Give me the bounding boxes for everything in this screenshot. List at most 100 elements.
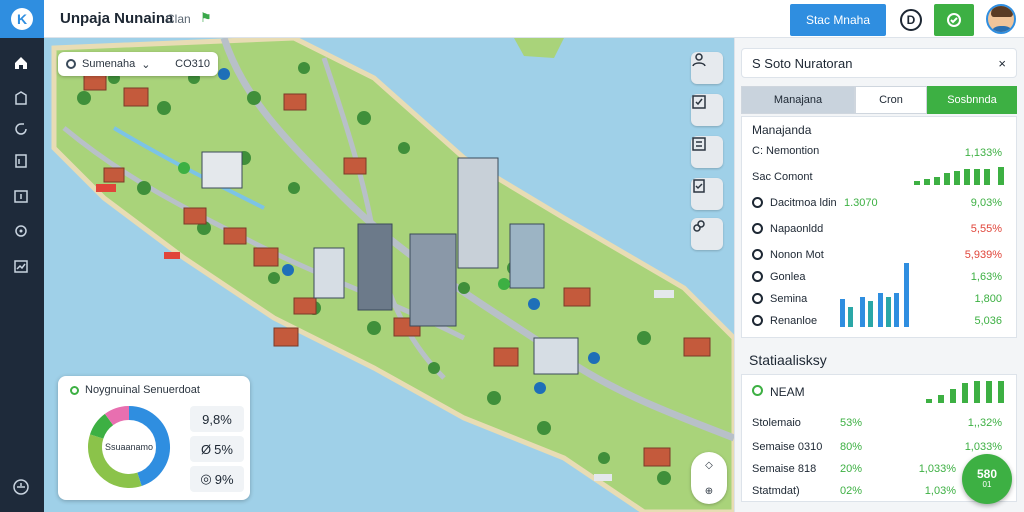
clipboard-tool[interactable]	[691, 178, 723, 210]
document-icon[interactable]	[10, 150, 32, 172]
row-3-label: Nonon Mot	[770, 249, 824, 261]
link-icon	[693, 220, 705, 232]
building-icon[interactable]	[10, 87, 32, 109]
tab-cron[interactable]: Cron	[855, 86, 927, 114]
app-subtitle: Clan	[166, 12, 191, 26]
refresh-icon[interactable]	[10, 118, 32, 140]
map-compass[interactable]: ◇ ⊕	[691, 452, 727, 504]
logo-mark: K	[11, 8, 33, 30]
chart-icon[interactable]	[10, 255, 32, 277]
donut-value-1: 9,8%	[190, 406, 244, 432]
mini-bars-green	[914, 167, 1004, 185]
person-tool[interactable]	[691, 52, 723, 84]
row-4-value: 1,63%	[970, 271, 1002, 283]
check-tool[interactable]	[691, 94, 723, 126]
panel-tabs: Manajana Cron Sosbnnda	[741, 86, 1017, 114]
avatar[interactable]	[986, 4, 1016, 34]
map-view[interactable]: Sumenaha ⌄ CO310 ◇ ⊕ Noygnuinal Senuerdo…	[44, 38, 734, 512]
row-1-value: 9,03%	[970, 197, 1002, 209]
row-6-label: Renanloe	[770, 315, 818, 327]
ring-icon	[70, 385, 79, 395]
app-logo[interactable]: K	[0, 0, 44, 38]
row-3-value: 5,939%	[964, 249, 1002, 261]
location-icon	[947, 13, 961, 27]
tab-manajana[interactable]: Manajana	[741, 86, 855, 114]
row-2-label: Napaonldd	[770, 223, 824, 235]
flag-icon: ⚑	[200, 10, 212, 25]
circle-button[interactable]: D	[896, 4, 926, 36]
circle-button-label: D	[900, 9, 922, 31]
network-icon[interactable]	[10, 220, 32, 242]
calendar-icon[interactable]	[10, 185, 32, 207]
avatar-hair	[991, 6, 1013, 17]
fab-sub: 01	[982, 480, 992, 490]
person-icon	[692, 53, 706, 67]
clipboard-icon	[693, 179, 705, 193]
donut-title: Noygnuinal Senuerdoat	[70, 384, 200, 396]
mini-bars-blue	[840, 263, 909, 327]
row-1-mid: 1.3070	[844, 197, 878, 209]
summary-value: 1,133%	[964, 147, 1002, 159]
check-icon	[692, 95, 706, 109]
metrics-title: Manajanda	[752, 123, 812, 137]
compass-north-icon[interactable]: ◇	[705, 460, 713, 471]
settings-icon[interactable]	[10, 476, 32, 498]
stats-row-3-mid: 20%	[840, 463, 863, 475]
stats-row-4-mid: 02%	[840, 485, 863, 497]
donut-value-2: Ø 5%	[190, 436, 244, 462]
donut-segment-3	[90, 413, 114, 440]
stats-row-2-value: 1,033%	[964, 441, 1002, 453]
donut-card: Noygnuinal Senuerdoat Ssuaanamo 9,8% Ø 5%…	[58, 376, 250, 500]
link-tool[interactable]	[691, 218, 723, 250]
row-2-value: 5,55%	[970, 223, 1002, 235]
mini-bars-stats	[926, 381, 1004, 403]
donut-value-2-text: 5%	[214, 441, 233, 457]
row-icon-5	[752, 293, 763, 304]
stats-ring-icon	[752, 385, 763, 396]
section-2-title: Statiaalisksy	[749, 352, 827, 368]
donut-value-3-icon: ◎	[200, 471, 212, 486]
donut-value-2-icon: Ø	[201, 441, 212, 457]
map-search[interactable]: Sumenaha ⌄ CO310	[58, 52, 218, 76]
app-title: Unpaja Nunaina	[60, 10, 174, 27]
bars-label: Sac Comont	[752, 171, 813, 183]
location-dot-icon	[66, 59, 76, 69]
list-tool[interactable]	[691, 136, 723, 168]
primary-button[interactable]: Stac Mnaha	[790, 4, 886, 36]
map-search-code: CO310	[175, 58, 210, 70]
row-icon-1	[752, 197, 763, 208]
row-icon-4	[752, 271, 763, 282]
summary-label: C: Nemontion	[752, 145, 820, 157]
donut-title-text: Noygnuinal Senuerdoat	[85, 384, 200, 396]
metrics-card: Manajanda C: Nemontion 1,133% Sac Comont…	[741, 116, 1017, 338]
donut-center-label: Ssuaanamo	[104, 442, 154, 452]
stats-row-2-label: Semaise 0310	[752, 441, 823, 453]
donut-value-3-text: 9%	[214, 471, 234, 487]
sidebar: K	[0, 0, 44, 512]
row-5-label: Semina	[770, 293, 808, 305]
close-icon[interactable]: ×	[998, 56, 1006, 71]
stats-row-3-label: Semaise 818	[752, 463, 817, 475]
panel-title: S Soto Nuratoran	[752, 55, 853, 71]
stats-row-2-mid: 80%	[840, 441, 863, 453]
right-panel: S Soto Nuratoran × Manajana Cron Sosbnnd…	[734, 38, 1024, 512]
row-icon-6	[752, 315, 763, 326]
row-6-value: 5,036	[974, 315, 1002, 327]
row-4-label: Gonlea	[770, 271, 806, 283]
compass-center-icon[interactable]: ⊕	[705, 486, 713, 497]
stats-row-1-value: 1,,32%	[967, 417, 1002, 429]
map-search-label: Sumenaha	[82, 58, 136, 70]
row-icon-2	[752, 223, 763, 234]
location-button[interactable]	[934, 4, 974, 36]
tab-sosbnnda[interactable]: Sosbnnda	[927, 86, 1017, 114]
home-icon[interactable]	[10, 52, 32, 74]
small-island	[514, 38, 564, 58]
list-icon	[692, 137, 706, 151]
stats-row-4-label: Statmdat)	[752, 485, 800, 497]
donut-value-1-text: 9,8%	[202, 411, 232, 427]
row-1-label: Dacitmoa ldin	[770, 197, 837, 209]
floating-action-button[interactable]: 580 01	[962, 454, 1012, 504]
stats-head: NEAM	[770, 385, 805, 399]
stats-row-4-value: 1,03%	[924, 485, 956, 497]
avatar-shirt	[990, 26, 1014, 32]
